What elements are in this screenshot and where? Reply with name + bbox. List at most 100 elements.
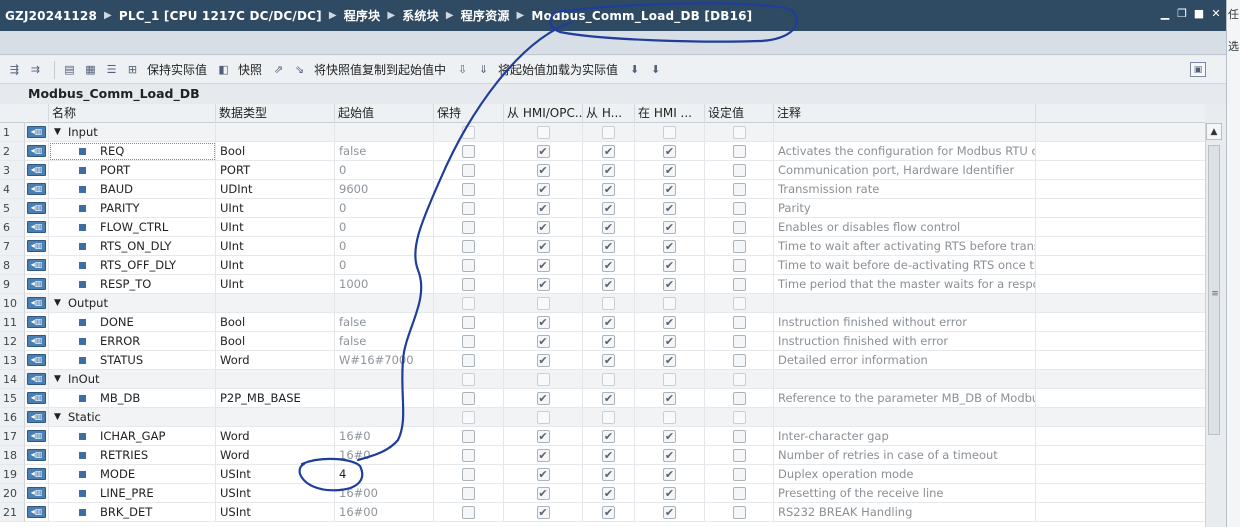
table-row[interactable]: 8 ◂▥ RTS_OFF_DLY UInt 0 ✔ ✔ ✔ Time to wait befor…	[0, 256, 1205, 275]
table-row[interactable]: 3 ◂▥ PORT PORT 0 ✔ ✔ ✔ Communication port, Hardw…	[0, 161, 1205, 180]
hmi-accessible-checkbox[interactable]	[536, 410, 550, 424]
comment-cell[interactable]	[774, 370, 1036, 389]
hmi-writable-checkbox[interactable]: ✔	[602, 220, 615, 234]
data-type-cell[interactable]: UInt	[216, 237, 335, 256]
data-type-cell[interactable]	[216, 408, 335, 427]
comment-cell[interactable]: Duplex operation mode	[774, 465, 1036, 484]
name-cell[interactable]: ▼ Output	[49, 294, 216, 313]
comment-cell[interactable]: Activates the configuration for Modbus R…	[774, 142, 1036, 161]
retain-checkbox[interactable]	[462, 334, 475, 348]
hmi-writable-checkbox[interactable]	[602, 410, 615, 424]
comment-cell[interactable]: Time period that the master waits for a …	[774, 275, 1036, 294]
hmi-accessible-checkbox[interactable]: ✔	[536, 144, 550, 158]
comment-cell[interactable]: Transmission rate	[774, 180, 1036, 199]
hmi-writable-checkbox[interactable]: ✔	[602, 334, 615, 348]
hmi-writable-checkbox[interactable]: ✔	[602, 429, 615, 443]
retain-checkbox[interactable]	[462, 182, 475, 196]
hmi-accessible-checkbox[interactable]: ✔	[536, 277, 550, 291]
name-cell[interactable]: RETRIES	[49, 446, 216, 465]
hmi-writable-checkbox[interactable]: ✔	[602, 258, 615, 272]
comment-cell[interactable]: Time to wait after activating RTS before…	[774, 237, 1036, 256]
start-value-cell[interactable]	[335, 389, 434, 408]
section-row[interactable]: 10 ◂▥ ▼ Output	[0, 294, 1205, 313]
data-type-cell[interactable]: PORT	[216, 161, 335, 180]
hmi-accessible-checkbox[interactable]: ✔	[536, 429, 550, 443]
retain-checkbox[interactable]	[462, 277, 475, 291]
hmi-visible-checkbox[interactable]: ✔	[663, 182, 676, 196]
retain-checkbox[interactable]	[462, 315, 475, 329]
data-type-cell[interactable]: UInt	[216, 275, 335, 294]
load-start-icon[interactable]: ⇩	[454, 62, 471, 78]
setpoint-checkbox[interactable]	[732, 125, 746, 139]
hmi-accessible-checkbox[interactable]: ✔	[536, 448, 550, 462]
section-row[interactable]: 14 ◂▥ ▼ InOut	[0, 370, 1205, 389]
minimize-icon[interactable]: ▁	[1159, 7, 1171, 19]
hmi-accessible-checkbox[interactable]	[536, 125, 550, 139]
collapse-triangle-icon[interactable]: ▼	[51, 408, 64, 426]
data-type-cell[interactable]: USInt	[216, 465, 335, 484]
start-value-cell[interactable]: 16#00	[335, 503, 434, 522]
name-cell[interactable]: MODE	[49, 465, 216, 484]
setpoint-checkbox[interactable]	[732, 163, 746, 177]
hmi-accessible-checkbox[interactable]: ✔	[536, 467, 550, 481]
hmi-visible-checkbox[interactable]: ✔	[663, 486, 676, 500]
hmi-accessible-checkbox[interactable]: ✔	[536, 220, 550, 234]
table-row[interactable]: 17 ◂▥ ICHAR_GAP Word 16#0 ✔ ✔ ✔ Inter-character …	[0, 427, 1205, 446]
breadcrumb-system-blocks[interactable]: 系统块	[402, 7, 439, 24]
hmi-visible-checkbox[interactable]: ✔	[663, 467, 676, 481]
layout-toggle-icon[interactable]: ▣	[1190, 62, 1206, 77]
table-row[interactable]: 21 ◂▥ BRK_DET USInt 16#00 ✔ ✔ ✔ RS232 BREAK Hand…	[0, 503, 1205, 522]
breadcrumb-current-db[interactable]: Modbus_Comm_Load_DB [DB16]	[531, 9, 752, 23]
start-value-cell[interactable]	[335, 294, 434, 313]
hmi-accessible-checkbox[interactable]: ✔	[536, 315, 550, 329]
data-type-cell[interactable]: Word	[216, 427, 335, 446]
comment-cell[interactable]: Time to wait before de-activating RTS on…	[774, 256, 1036, 275]
monitor-all-icon[interactable]: ⊞	[124, 62, 141, 78]
hmi-writable-checkbox[interactable]: ✔	[602, 182, 615, 196]
scroll-up-icon[interactable]: ▲	[1206, 123, 1222, 140]
table-row[interactable]: 9 ◂▥ RESP_TO UInt 1000 ✔ ✔ ✔ Time period that th…	[0, 275, 1205, 294]
start-value-cell[interactable]: 16#0	[335, 427, 434, 446]
hmi-visible-checkbox[interactable]	[663, 125, 676, 139]
column-header-start[interactable]: 起始值	[335, 104, 434, 123]
hmi-visible-checkbox[interactable]: ✔	[663, 353, 676, 367]
column-header-retain[interactable]: 保持	[434, 104, 504, 123]
hmi-accessible-checkbox[interactable]: ✔	[536, 486, 550, 500]
setpoint-checkbox[interactable]	[732, 410, 746, 424]
table-row[interactable]: 11 ◂▥ DONE Bool false ✔ ✔ ✔ Instruction finished…	[0, 313, 1205, 332]
name-cell[interactable]: ERROR	[49, 332, 216, 351]
retain-checkbox[interactable]	[462, 448, 475, 462]
comment-cell[interactable]: Enables or disables flow control	[774, 218, 1036, 237]
task-card-label[interactable]: 任	[1228, 6, 1239, 22]
name-cell[interactable]: MB_DB	[49, 389, 216, 408]
hmi-visible-checkbox[interactable]: ✔	[663, 315, 676, 329]
column-header-hmi-writable[interactable]: 从 H...	[583, 104, 635, 123]
start-value-cell[interactable]: 0	[335, 199, 434, 218]
start-value-cell[interactable]	[335, 123, 434, 142]
hmi-accessible-checkbox[interactable]	[536, 372, 550, 386]
hmi-writable-checkbox[interactable]: ✔	[602, 163, 615, 177]
insert-row-icon[interactable]: ⇶	[6, 62, 23, 78]
retain-checkbox[interactable]	[462, 486, 475, 500]
hmi-writable-checkbox[interactable]: ✔	[602, 277, 615, 291]
table-row[interactable]: 2 ◂▥ REQ Bool false ✔ ✔ ✔ Activates the configur…	[0, 142, 1205, 161]
load-start-alt-icon[interactable]: ⇓	[475, 62, 492, 78]
comment-cell[interactable]: Detailed error information	[774, 351, 1036, 370]
table-row[interactable]: 6 ◂▥ FLOW_CTRL UInt 0 ✔ ✔ ✔ Enables or disables …	[0, 218, 1205, 237]
retain-checkbox[interactable]	[462, 163, 475, 177]
hmi-accessible-checkbox[interactable]: ✔	[536, 353, 550, 367]
retain-checkbox[interactable]	[462, 505, 475, 519]
hmi-visible-checkbox[interactable]	[663, 296, 676, 310]
setpoint-checkbox[interactable]	[732, 486, 746, 500]
comment-cell[interactable]	[774, 408, 1036, 427]
hmi-visible-checkbox[interactable]	[663, 410, 676, 424]
comment-cell[interactable]: Instruction finished without error	[774, 313, 1036, 332]
hmi-accessible-checkbox[interactable]: ✔	[536, 334, 550, 348]
comment-cell[interactable]: Reference to the parameter MB_DB of Modb…	[774, 389, 1036, 408]
hmi-writable-checkbox[interactable]: ✔	[602, 201, 615, 215]
data-type-cell[interactable]: Bool	[216, 142, 335, 161]
name-cell[interactable]: FLOW_CTRL	[49, 218, 216, 237]
setpoint-checkbox[interactable]	[732, 144, 746, 158]
hmi-writable-checkbox[interactable]	[602, 125, 615, 139]
hmi-writable-checkbox[interactable]: ✔	[602, 505, 615, 519]
